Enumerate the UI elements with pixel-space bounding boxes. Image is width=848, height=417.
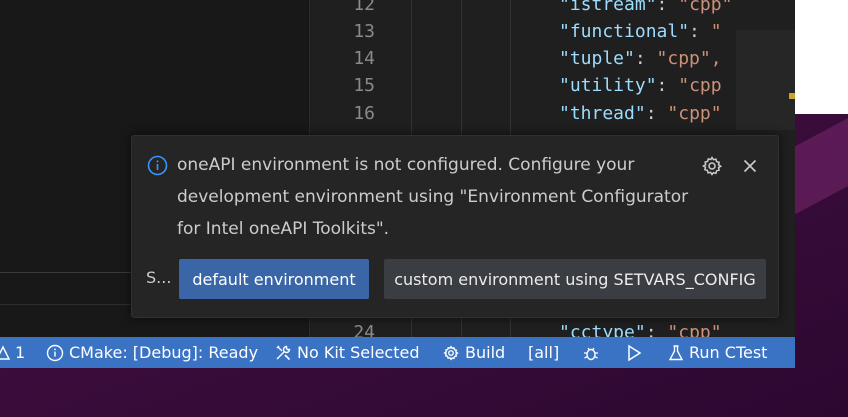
message-line: for Intel oneAPI Toolkits".	[177, 219, 390, 239]
bug-icon	[584, 347, 598, 360]
close-icon[interactable]	[738, 154, 762, 178]
line-number: 14	[353, 48, 375, 69]
default-environment-button[interactable]: default environment	[179, 259, 369, 299]
cmake-status-label: CMake: [Debug]: Ready	[69, 343, 259, 362]
build-target[interactable]: [all]	[528, 337, 559, 368]
build-button[interactable]: Build	[442, 337, 505, 368]
kit-selector[interactable]: No Kit Selected	[274, 337, 420, 368]
run-ctest-label: Run CTest	[689, 343, 768, 362]
gear-icon[interactable]	[700, 154, 724, 178]
play-icon	[628, 344, 642, 361]
notification-toast: oneAPI environment is not configured. Co…	[131, 135, 779, 318]
line-number: 12	[353, 0, 375, 15]
tools-icon	[276, 345, 291, 360]
line-number: 16	[353, 103, 375, 124]
code-line: "tuple": "cpp",	[559, 48, 722, 69]
code-line: "thread": "cpp"	[559, 103, 722, 124]
run-button[interactable]	[626, 337, 642, 368]
kit-label: No Kit Selected	[297, 343, 420, 362]
debug-button[interactable]	[582, 337, 600, 368]
background-window	[795, 0, 848, 114]
minimap[interactable]	[736, 30, 795, 130]
cmake-status[interactable]: CMake: [Debug]: Ready	[46, 337, 258, 368]
code-line: "functional": "	[559, 21, 722, 42]
code-line: "utility": "cpp	[559, 75, 722, 96]
status-bar: 1 CMake: [Debug]: Ready No Kit Selected …	[0, 337, 795, 368]
warning-icon	[0, 344, 10, 360]
warnings-count: 1	[15, 343, 26, 362]
message-line: oneAPI environment is not configured. Co…	[177, 155, 635, 175]
warnings-indicator[interactable]: 1	[0, 337, 25, 368]
info-icon	[46, 344, 64, 361]
gear-icon	[443, 344, 459, 361]
notification-source: S...	[146, 268, 172, 287]
line-number: 15	[353, 75, 375, 96]
info-icon	[147, 155, 168, 176]
line-number: 13	[353, 21, 375, 42]
notification-message: oneAPI environment is not configured. Co…	[177, 149, 707, 245]
build-label: Build	[465, 343, 506, 362]
build-target-label: [all]	[528, 343, 560, 362]
message-line: development environment using "Environme…	[177, 187, 689, 207]
flask-icon	[668, 344, 684, 360]
run-ctest-button[interactable]: Run CTest	[668, 337, 767, 368]
custom-environment-button[interactable]: custom environment using SETVARS_CONFIG	[384, 259, 766, 299]
code-line: "istream": "cpp"	[559, 0, 733, 15]
scroll-marker	[789, 93, 795, 99]
